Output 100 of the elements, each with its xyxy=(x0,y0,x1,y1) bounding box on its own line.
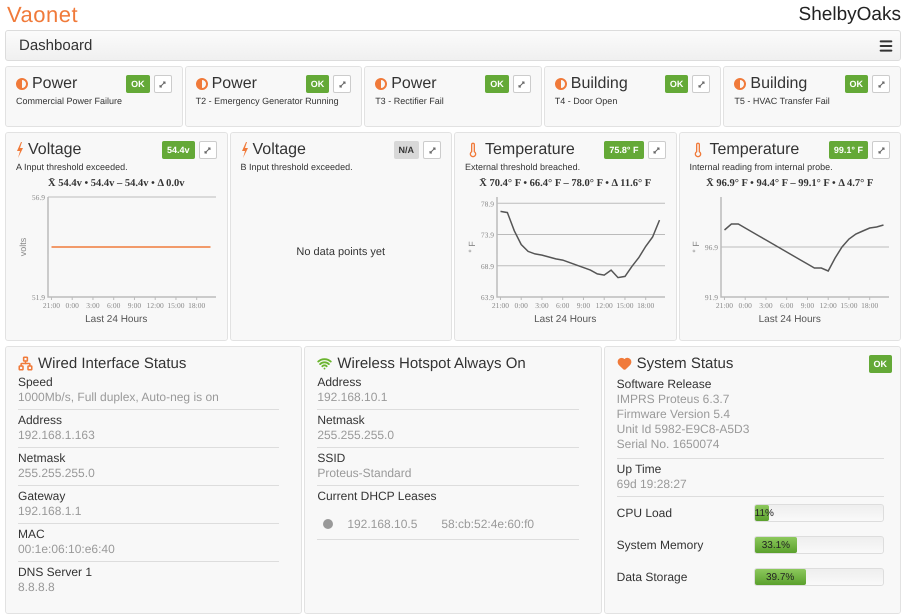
status-badge: OK xyxy=(664,75,688,93)
lease-ip: 192.168.10.5 xyxy=(347,517,418,531)
half-circle-icon xyxy=(375,78,388,90)
panel-title: Wired Interface Status xyxy=(38,355,186,372)
chart-summary: X̄ 70.4° F • 66.4° F – 78.0° F • Δ 11.6° F xyxy=(479,178,652,189)
sensor-description: Internal reading from internal probe. xyxy=(690,162,834,172)
axis-label: ° F xyxy=(691,241,702,253)
expand-button[interactable] xyxy=(692,75,710,93)
field-value: 192.168.10.1 xyxy=(317,390,388,405)
field-label: Address xyxy=(317,375,362,390)
meter-label: CPU Load xyxy=(616,506,674,520)
wifi-icon xyxy=(317,356,332,371)
field-value: Unit Id 5982-E9C8-A5D3 xyxy=(616,422,750,437)
chart-summary: X̄ 54.4v • 54.4v – 54.4v • Δ 0.0v xyxy=(48,178,184,189)
axis-label: ° F xyxy=(466,241,477,253)
status-badge: OK xyxy=(126,75,150,93)
field-label: Current DHCP Leases xyxy=(317,489,438,504)
expand-icon xyxy=(428,146,436,154)
half-circle-icon xyxy=(734,78,746,90)
field-value: 8.8.8.8 xyxy=(18,580,56,595)
expand-button[interactable] xyxy=(198,141,216,159)
expand-button[interactable] xyxy=(423,141,441,159)
field-value: IMPRS Proteus 6.3.7 xyxy=(616,392,730,407)
chart-summary: X̄ 96.9° F • 94.4° F – 99.1° F • Δ 4.7° F xyxy=(706,178,874,189)
status-badge: 75.8° F xyxy=(604,141,644,159)
field-label: Up Time xyxy=(616,462,662,477)
alarm-description: T4 - Door Open xyxy=(554,96,618,106)
alarm-title: Building xyxy=(750,75,808,93)
expand-button[interactable] xyxy=(154,75,172,93)
axis-label: Last 24 Hours xyxy=(758,314,821,325)
field-value: 00:1e:06:10:e6:40 xyxy=(18,542,116,557)
expand-icon xyxy=(203,146,212,154)
expand-button[interactable] xyxy=(333,75,352,93)
lease-mac: 58:cb:52:4e:60:f0 xyxy=(441,517,536,531)
alarm-description: T2 - Emergency Generator Running xyxy=(196,96,340,106)
alarm-description: T5 - HVAC Transfer Fail xyxy=(734,96,831,106)
sensor-title: Temperature xyxy=(485,141,575,159)
lightning-bolt-icon xyxy=(240,142,248,158)
expand-icon xyxy=(652,146,661,154)
field-label: Netmask xyxy=(317,413,366,428)
network-icon xyxy=(18,356,33,371)
field-label: SSID xyxy=(317,451,346,466)
field-value: Firmware Version 5.4 xyxy=(616,407,732,422)
heart-pulse-icon xyxy=(616,356,632,371)
sensor-title: Voltage xyxy=(252,141,306,159)
axis-label: Last 24 Hours xyxy=(85,314,148,325)
expand-button[interactable] xyxy=(512,75,531,93)
axis-label: volts xyxy=(18,238,28,256)
half-circle-icon xyxy=(16,78,28,90)
half-circle-icon xyxy=(196,78,208,90)
expand-icon xyxy=(517,80,526,88)
status-badge: 54.4v xyxy=(162,141,194,159)
sensor-description: B Input threshold exceeded. xyxy=(240,162,354,172)
expand-button[interactable] xyxy=(872,141,890,159)
status-badge: OK xyxy=(844,75,868,93)
alarm-description: Commercial Power Failure xyxy=(16,96,124,106)
sensor-description: External threshold breached. xyxy=(465,162,582,172)
panel-title: System Status xyxy=(636,355,734,372)
alarm-title: Power xyxy=(391,75,437,93)
field-label: Software Release xyxy=(616,377,712,392)
alarm-title: Building xyxy=(570,75,628,93)
meter-label: System Memory xyxy=(616,538,704,552)
axis-label: Last 24 Hours xyxy=(534,314,596,325)
sensor-title: Temperature xyxy=(710,141,800,159)
field-label: DNS Server 1 xyxy=(18,565,94,580)
field-value: 192.168.1.163 xyxy=(18,428,96,443)
field-value: 1000Mb/s, Full duplex, Auto-neg is on xyxy=(18,390,220,405)
menu-button[interactable] xyxy=(878,38,894,54)
field-label: MAC xyxy=(18,527,46,542)
status-badge: OK xyxy=(868,355,892,373)
field-value: 69d 19:28:27 xyxy=(616,477,688,492)
alarm-title: Power xyxy=(32,75,78,93)
alarm-description: T3 - Rectifier Fail xyxy=(375,96,445,106)
expand-icon xyxy=(338,80,347,88)
status-badge: OK xyxy=(306,75,330,93)
field-value: Serial No. 1650074 xyxy=(616,437,720,452)
sensor-title: Voltage xyxy=(28,141,82,159)
status-badge: N/A xyxy=(394,141,419,159)
expand-button[interactable] xyxy=(872,75,890,93)
field-value: 192.168.1.1 xyxy=(18,504,82,519)
field-label: Address xyxy=(18,413,64,428)
site-name: ShelbyOaks xyxy=(798,4,901,26)
alarm-title: Power xyxy=(212,75,257,93)
field-label: Gateway xyxy=(18,489,66,504)
panel-title: Wireless Hotspot Always On xyxy=(337,355,526,372)
lightning-bolt-icon xyxy=(16,142,24,158)
sensor-description: A Input threshold exceeded. xyxy=(16,162,129,172)
lease-status-dot xyxy=(323,519,334,529)
expand-icon xyxy=(876,146,886,154)
expand-button[interactable] xyxy=(648,141,666,159)
expand-icon xyxy=(876,80,886,88)
field-value: 255.255.255.0 xyxy=(317,428,396,443)
half-circle-icon xyxy=(554,78,567,90)
status-badge: 99.1° F xyxy=(828,141,868,159)
meter-reading: 33.1% xyxy=(762,540,790,550)
field-label: Netmask xyxy=(18,451,66,466)
field-value: 255.255.255.0 xyxy=(18,466,96,481)
field-value: Proteus-Standard xyxy=(317,466,412,481)
expand-icon xyxy=(158,80,168,88)
logo: Vaonet xyxy=(7,2,78,28)
